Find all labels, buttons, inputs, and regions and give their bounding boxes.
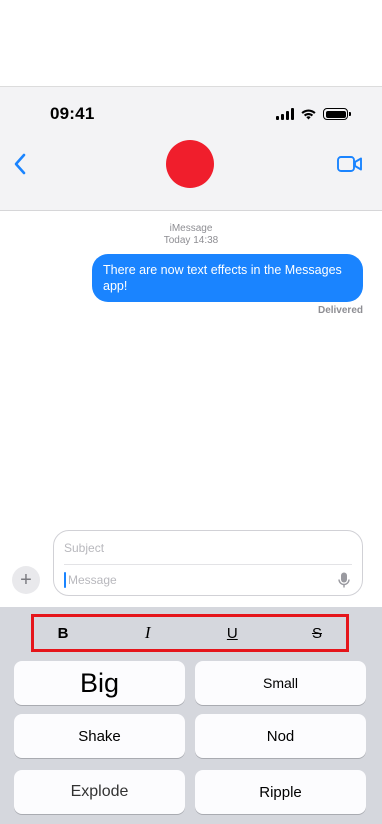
top-blank-area: [0, 0, 382, 87]
message-timestamp: Today 14:38: [163, 235, 219, 246]
effect-ripple-button[interactable]: Ripple: [195, 770, 366, 814]
battery-icon: [323, 108, 351, 120]
delivery-status: Delivered: [317, 305, 363, 316]
apps-plus-button[interactable]: +: [12, 566, 40, 594]
text-effects-keyboard: B I U S Big Small Shake Nod Explode Ripp…: [0, 607, 382, 824]
status-icons: [276, 108, 351, 120]
subject-input[interactable]: [64, 537, 344, 559]
text-cursor: [64, 572, 66, 588]
bold-button[interactable]: B: [52, 625, 74, 642]
effect-big-button[interactable]: Big: [14, 661, 185, 705]
message-composer: [53, 530, 363, 596]
effect-explode-button[interactable]: Explode: [14, 770, 185, 814]
contact-avatar[interactable]: [166, 140, 214, 188]
effect-nod-button[interactable]: Nod: [195, 714, 366, 758]
italic-button[interactable]: I: [137, 623, 159, 643]
text-format-bar: B I U S: [31, 614, 349, 652]
status-time: 09:41: [50, 104, 95, 123]
facetime-video-icon[interactable]: [336, 153, 364, 175]
message-thread: iMessage Today 14:38 There are now text …: [0, 212, 382, 607]
strikethrough-button[interactable]: S: [306, 625, 328, 642]
wifi-icon: [301, 109, 316, 120]
conversation-header: 09:41: [0, 87, 382, 211]
cellular-signal-icon: [276, 108, 294, 120]
effect-small-button[interactable]: Small: [195, 661, 366, 705]
microphone-icon[interactable]: [338, 572, 350, 588]
service-label: iMessage: [169, 223, 213, 234]
back-chevron-icon[interactable]: [10, 151, 32, 177]
message-input[interactable]: [68, 569, 323, 591]
composer-divider: [64, 564, 352, 565]
underline-button[interactable]: U: [221, 625, 243, 642]
effect-shake-button[interactable]: Shake: [14, 714, 185, 758]
sent-message-bubble[interactable]: There are now text effects in the Messag…: [92, 254, 363, 302]
